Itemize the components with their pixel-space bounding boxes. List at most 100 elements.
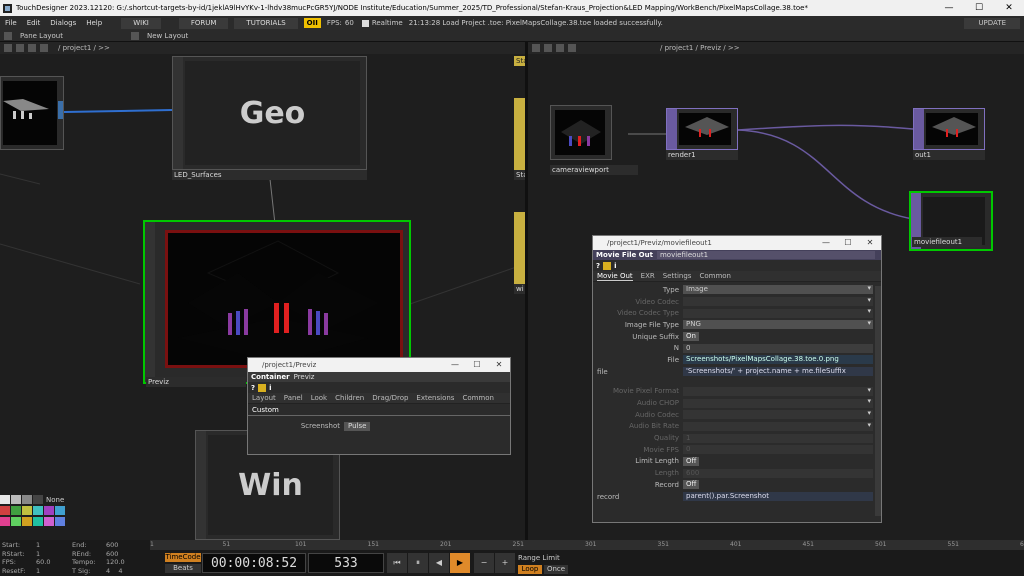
tab-layout[interactable]: Layout bbox=[252, 394, 276, 402]
nav-home-icon[interactable] bbox=[16, 44, 24, 52]
param-expression-field[interactable]: parent().par.Screenshot bbox=[683, 492, 873, 502]
dialog-titlebar[interactable]: /project1/Previz/moviefileout1 — ☐ ✕ bbox=[593, 236, 881, 250]
param-menu-field[interactable]: Image bbox=[683, 285, 873, 295]
render1-node[interactable] bbox=[666, 108, 738, 150]
wi-node[interactable] bbox=[514, 212, 525, 284]
swatch[interactable] bbox=[33, 517, 43, 526]
dialog-maximize-button[interactable]: ☐ bbox=[466, 358, 488, 372]
tab-look[interactable]: Look bbox=[311, 394, 327, 402]
rend-value[interactable]: 600 bbox=[106, 550, 142, 559]
dropdown-caret-icon[interactable]: ▾ bbox=[867, 397, 871, 405]
tab-dragdrop[interactable]: Drag/Drop bbox=[372, 394, 408, 402]
tab-custom[interactable]: Custom bbox=[252, 406, 279, 414]
dialog-close-button[interactable]: ✕ bbox=[488, 358, 510, 372]
param-expression-field[interactable]: 'Screenshots/' + project.name + me.fileS… bbox=[683, 367, 873, 377]
led-surfaces-label[interactable]: LED_Surfaces bbox=[172, 170, 367, 180]
tab-extensions[interactable]: Extensions bbox=[416, 394, 454, 402]
pane-split-icon[interactable] bbox=[4, 31, 12, 40]
tab-exr[interactable]: EXR bbox=[641, 272, 655, 280]
previz-label[interactable]: Previz bbox=[146, 377, 246, 387]
param-number-field[interactable]: 0 bbox=[683, 343, 873, 353]
tab-panel[interactable]: Panel bbox=[284, 394, 303, 402]
param-number-field[interactable]: 1 bbox=[683, 433, 873, 443]
swatch[interactable] bbox=[44, 517, 54, 526]
nav-home-icon[interactable] bbox=[544, 44, 552, 52]
swatch[interactable] bbox=[22, 517, 32, 526]
menu-dialogs[interactable]: Dialogs bbox=[45, 19, 81, 27]
swatch[interactable] bbox=[22, 495, 32, 504]
dropdown-caret-icon[interactable]: ▾ bbox=[867, 284, 871, 292]
dropdown-caret-icon[interactable]: ▾ bbox=[867, 386, 871, 394]
right-path[interactable]: / project1 / Previz / >> bbox=[660, 44, 740, 52]
help-icon[interactable]: ? bbox=[251, 384, 255, 392]
python-icon[interactable] bbox=[603, 261, 612, 270]
step-plus-button[interactable]: + bbox=[495, 553, 515, 573]
new-layout-label[interactable]: New Layout bbox=[147, 32, 188, 40]
help-icon[interactable]: ? bbox=[596, 262, 600, 270]
nav-settings-icon[interactable] bbox=[40, 44, 48, 52]
swatch[interactable] bbox=[11, 495, 21, 504]
pane-layout-label[interactable]: Pane Layout bbox=[20, 32, 63, 40]
cameraviewport-label[interactable]: cameraviewport bbox=[550, 165, 638, 175]
param-menu-field[interactable] bbox=[683, 421, 873, 431]
swatch[interactable] bbox=[11, 506, 21, 515]
op-name[interactable]: moviefileout1 bbox=[656, 251, 875, 259]
dialog-close-button[interactable]: ✕ bbox=[859, 236, 881, 250]
dialog-minimize-button[interactable]: — bbox=[815, 236, 837, 250]
render1-label[interactable]: render1 bbox=[666, 150, 738, 160]
frame-display[interactable]: 533 bbox=[308, 553, 384, 573]
close-button[interactable]: ✕ bbox=[994, 0, 1024, 16]
dropdown-caret-icon[interactable]: ▾ bbox=[867, 409, 871, 417]
step-minus-button[interactable]: − bbox=[474, 553, 494, 573]
nav-back-icon[interactable] bbox=[4, 44, 12, 52]
dropdown-caret-icon[interactable]: ▾ bbox=[867, 296, 871, 304]
param-toggle[interactable]: Off bbox=[683, 456, 700, 466]
pane-layout-icon[interactable] bbox=[130, 31, 139, 40]
tab-settings[interactable]: Settings bbox=[663, 272, 692, 280]
info-icon[interactable]: i bbox=[614, 262, 616, 270]
once-button[interactable]: Once bbox=[544, 565, 568, 574]
realtime-checkbox[interactable] bbox=[361, 19, 369, 27]
resetf-value[interactable]: 1 bbox=[36, 567, 72, 576]
param-menu-field[interactable] bbox=[683, 410, 873, 420]
swatch[interactable] bbox=[55, 506, 65, 515]
swatch[interactable] bbox=[44, 506, 54, 515]
forum-button[interactable]: FORUM bbox=[178, 17, 229, 29]
menu-edit[interactable]: Edit bbox=[22, 19, 46, 27]
cameraviewport-node[interactable] bbox=[550, 105, 612, 160]
tempo-value[interactable]: 120.0 bbox=[106, 558, 142, 567]
update-button[interactable]: UPDATE bbox=[964, 17, 1020, 29]
tsig-value[interactable]: 4 4 bbox=[106, 567, 142, 576]
play-button[interactable]: ▶ bbox=[450, 553, 470, 573]
timecode-mode-button[interactable]: TimeCode bbox=[165, 553, 201, 562]
swatch[interactable] bbox=[33, 495, 43, 504]
tutorials-button[interactable]: TUTORIALS bbox=[234, 17, 298, 29]
dropdown-caret-icon[interactable]: ▾ bbox=[867, 421, 871, 429]
dialog-maximize-button[interactable]: ☐ bbox=[837, 236, 859, 250]
swatch[interactable] bbox=[0, 495, 10, 504]
tab-common[interactable]: Common bbox=[699, 272, 731, 280]
file-path-field[interactable]: Screenshots/PixelMapsCollage.38.toe.0.pn… bbox=[683, 355, 873, 365]
param-menu-field[interactable] bbox=[683, 308, 873, 318]
param-toggle[interactable]: On bbox=[683, 332, 699, 342]
swatch[interactable] bbox=[22, 506, 32, 515]
none-label[interactable]: None bbox=[46, 496, 64, 504]
menu-help[interactable]: Help bbox=[81, 19, 107, 27]
minimize-button[interactable]: — bbox=[934, 0, 964, 16]
moviefileout1-label[interactable]: moviefileout1 bbox=[912, 237, 982, 247]
param-number-field[interactable]: 0 bbox=[683, 445, 873, 455]
end-value[interactable]: 600 bbox=[106, 541, 142, 550]
info-icon[interactable]: i bbox=[269, 384, 271, 392]
dropdown-caret-icon[interactable]: ▾ bbox=[867, 319, 871, 327]
param-menu-field[interactable]: PNG bbox=[683, 320, 873, 330]
dialog-minimize-button[interactable]: — bbox=[444, 358, 466, 372]
param-number-field[interactable]: 600 bbox=[683, 468, 873, 478]
left-path[interactable]: / project1 / >> bbox=[58, 44, 110, 52]
swatch[interactable] bbox=[33, 506, 43, 515]
step-back-button[interactable]: ◀ bbox=[429, 553, 449, 573]
pause-button[interactable]: ⏸ bbox=[408, 553, 428, 573]
render-node-left[interactable] bbox=[0, 76, 64, 150]
loop-button[interactable]: Loop bbox=[518, 565, 542, 574]
param-menu-field[interactable] bbox=[683, 386, 873, 396]
nav-back-icon[interactable] bbox=[532, 44, 540, 52]
